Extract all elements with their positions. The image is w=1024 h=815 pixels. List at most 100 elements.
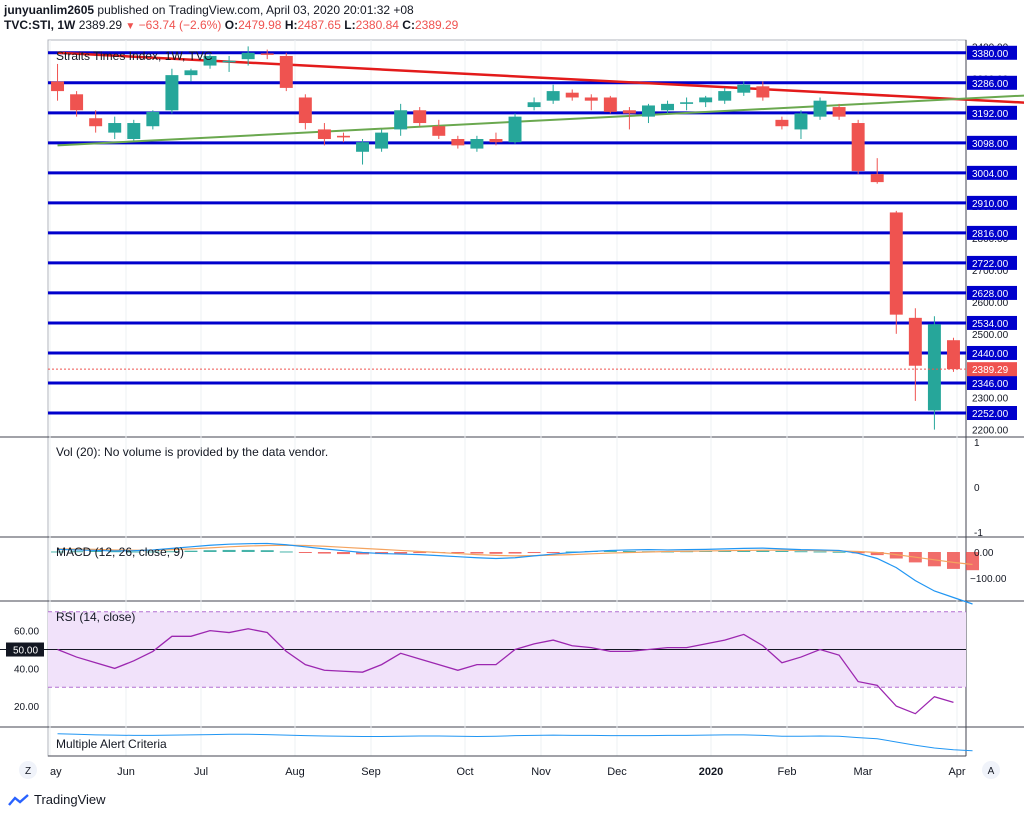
candle bbox=[165, 68, 179, 114]
chart-title: Straits Times Index, 1W, TVC bbox=[56, 49, 213, 63]
candle-body bbox=[146, 111, 160, 127]
time-axis-label: Aug bbox=[285, 766, 305, 778]
candle bbox=[603, 95, 617, 114]
candle-body bbox=[661, 103, 675, 111]
macd-histogram-bar bbox=[756, 550, 770, 552]
candle bbox=[260, 49, 274, 60]
candle-body bbox=[432, 126, 446, 136]
volume-label: Vol (20): No volume is provided by the d… bbox=[56, 445, 328, 459]
candle bbox=[622, 107, 636, 130]
level-price-label: 2722.00 bbox=[972, 259, 1009, 270]
candle bbox=[718, 87, 732, 104]
candle-body bbox=[622, 110, 636, 114]
macd-histogram-bar bbox=[489, 552, 503, 554]
candle bbox=[51, 63, 65, 101]
time-axis-label: Jun bbox=[117, 766, 135, 778]
candle-body bbox=[489, 139, 503, 143]
candle-body bbox=[165, 75, 179, 111]
candle-body bbox=[89, 118, 103, 127]
candle-body bbox=[680, 102, 694, 104]
candle-body bbox=[832, 107, 846, 117]
candle bbox=[794, 110, 808, 139]
candle-body bbox=[546, 91, 560, 101]
macd-histogram-bar bbox=[241, 549, 255, 552]
candle-body bbox=[584, 97, 598, 101]
candle bbox=[298, 94, 312, 130]
macd-histogram-bar bbox=[279, 551, 293, 553]
macd-histogram-bar bbox=[260, 550, 274, 552]
macd-histogram-bar bbox=[336, 552, 350, 555]
candle-body bbox=[603, 97, 617, 112]
candle bbox=[222, 55, 236, 72]
candle-body bbox=[394, 110, 408, 130]
time-axis-label: Apr bbox=[948, 766, 965, 778]
candle-body bbox=[451, 139, 465, 146]
zoom-button[interactable]: Z bbox=[19, 761, 37, 779]
candle-body bbox=[470, 139, 484, 149]
macd-tick-label: 0.00 bbox=[974, 548, 994, 559]
level-price-label: 3192.00 bbox=[972, 109, 1009, 120]
candle bbox=[680, 97, 694, 111]
macd-histogram-bar bbox=[317, 552, 331, 554]
macd-histogram-bar bbox=[832, 551, 846, 553]
time-axis-label: Jul bbox=[194, 766, 208, 778]
time-axis-label: Dec bbox=[607, 766, 627, 778]
chart-canvas[interactable]: 2200.002300.002400.002500.002600.002700.… bbox=[0, 0, 1024, 788]
macd-histogram-bar bbox=[775, 550, 789, 552]
candle bbox=[851, 119, 865, 175]
last-price-label: 2389.29 bbox=[972, 365, 1009, 376]
price-tick-label: 2500.00 bbox=[972, 330, 1009, 341]
footer: TradingView bbox=[0, 788, 1024, 815]
macd-histogram-bar bbox=[527, 552, 541, 554]
candle bbox=[756, 81, 770, 101]
level-price-label: 3380.00 bbox=[972, 49, 1009, 60]
candle-body bbox=[279, 55, 293, 88]
candle-body bbox=[927, 324, 941, 411]
candle bbox=[699, 95, 713, 108]
candle-body bbox=[260, 53, 274, 55]
candle-body bbox=[508, 116, 522, 143]
macd-histogram-bar bbox=[508, 552, 522, 554]
zoom-button-label: Z bbox=[25, 766, 31, 777]
macd-histogram-bar bbox=[298, 552, 312, 553]
auto-scale-button[interactable]: A bbox=[982, 761, 1000, 779]
time-axis-label: ay bbox=[50, 766, 62, 778]
tradingview-logo-text: TradingView bbox=[34, 792, 106, 807]
candle bbox=[870, 158, 884, 184]
macd-histogram-bar bbox=[222, 549, 236, 552]
candle-body bbox=[870, 174, 884, 183]
candle bbox=[527, 97, 541, 111]
candle-body bbox=[70, 94, 84, 111]
level-price-label: 2910.00 bbox=[972, 199, 1009, 210]
candle bbox=[394, 103, 408, 136]
level-price-label: 3286.00 bbox=[972, 79, 1009, 90]
candle-body bbox=[317, 129, 331, 139]
candle-body bbox=[718, 91, 732, 101]
rsi-label: RSI (14, close) bbox=[56, 610, 135, 624]
rsi-tick-label: 20.00 bbox=[14, 702, 39, 713]
candle-body bbox=[375, 132, 389, 149]
candle bbox=[279, 52, 293, 92]
tradingview-logo[interactable]: TradingView bbox=[8, 792, 106, 807]
alert-line bbox=[57, 733, 973, 752]
price-tick-label: 2200.00 bbox=[972, 426, 1009, 437]
level-price-label: 2534.00 bbox=[972, 319, 1009, 330]
candle-body bbox=[108, 123, 122, 133]
candle bbox=[184, 68, 198, 82]
level-price-label: 2628.00 bbox=[972, 289, 1009, 300]
candle bbox=[432, 119, 446, 139]
price-tick-label: 2300.00 bbox=[972, 394, 1009, 405]
candle bbox=[356, 139, 370, 165]
macd-histogram-bar bbox=[394, 552, 408, 554]
candle-body bbox=[527, 102, 541, 108]
candle-body bbox=[756, 86, 770, 98]
candle-body bbox=[775, 119, 789, 127]
candle bbox=[451, 135, 465, 149]
candle-body bbox=[336, 135, 350, 138]
macd-signal-line bbox=[57, 544, 973, 566]
candle bbox=[908, 308, 922, 401]
candle-body bbox=[565, 92, 579, 98]
candle bbox=[413, 107, 427, 127]
candle bbox=[889, 210, 903, 334]
auto-scale-button-label: A bbox=[988, 766, 995, 777]
